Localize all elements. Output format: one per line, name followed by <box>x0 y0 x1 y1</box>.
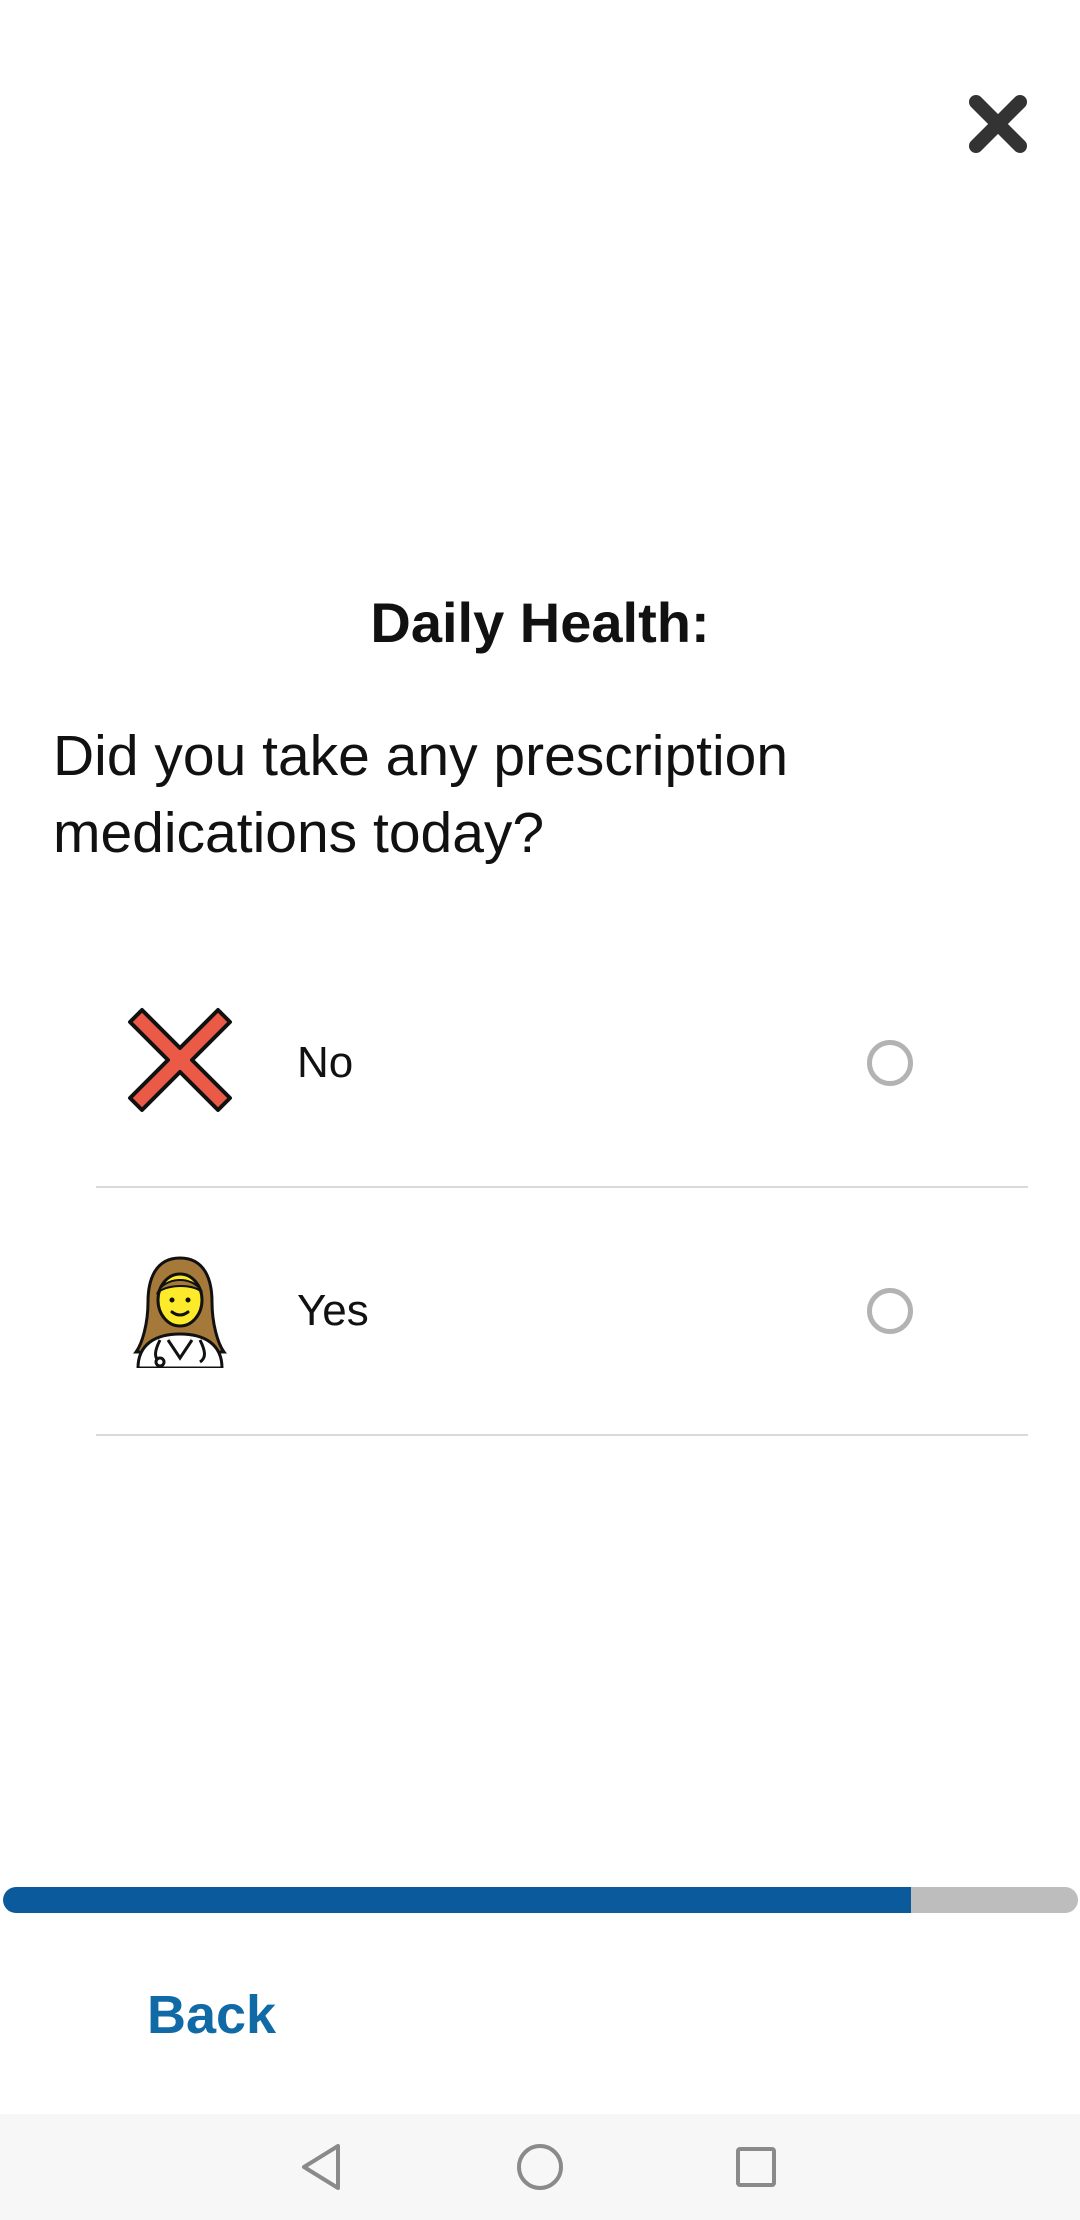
radio-no[interactable] <box>867 1040 913 1086</box>
nav-back-button[interactable] <box>288 2132 358 2202</box>
nav-home-button[interactable] <box>505 2132 575 2202</box>
home-circle-icon <box>517 2144 563 2190</box>
close-icon <box>969 95 1027 153</box>
system-nav-bar <box>0 2114 1080 2220</box>
back-button[interactable]: Back <box>147 1975 276 2055</box>
option-no[interactable]: No <box>96 940 1028 1188</box>
option-yes[interactable]: Yes <box>96 1188 1028 1436</box>
red-x-icon <box>120 1000 240 1120</box>
close-button[interactable] <box>962 88 1034 160</box>
option-label-yes: Yes <box>297 1286 369 1335</box>
answer-options: No Yes <box>96 940 1028 1436</box>
question-text: Did you take any prescription medication… <box>53 724 789 865</box>
back-triangle-icon <box>302 2144 340 2190</box>
doctor-icon <box>120 1248 240 1368</box>
option-label-no: No <box>297 1038 354 1087</box>
nav-recents-button[interactable] <box>721 2132 791 2202</box>
recents-square-icon <box>736 2147 776 2187</box>
section-title: Daily Health: <box>370 591 710 654</box>
radio-yes[interactable] <box>867 1288 913 1334</box>
progress-bar <box>3 1887 1078 1913</box>
progress-fill <box>3 1887 912 1913</box>
